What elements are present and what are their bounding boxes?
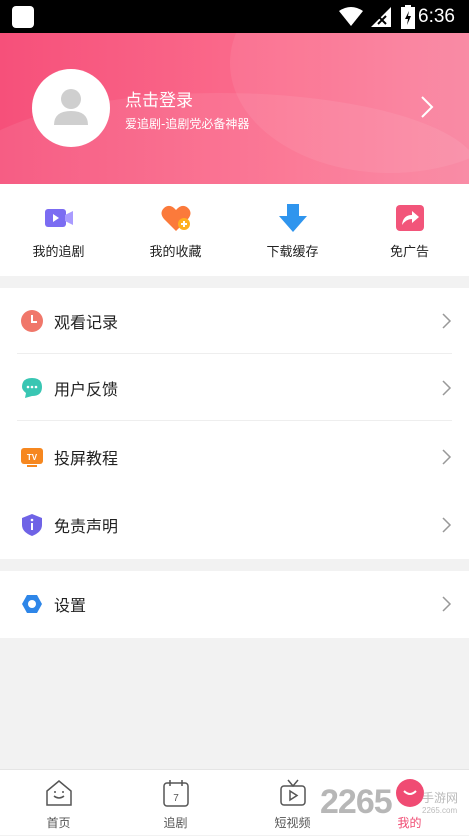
- chevron-right-icon: [442, 380, 452, 396]
- wifi-icon: [339, 7, 363, 26]
- tab-home[interactable]: 首页: [0, 770, 117, 836]
- video-icon: [45, 209, 73, 227]
- login-title[interactable]: 点击登录: [125, 86, 193, 111]
- quick-no-ads[interactable]: 免广告: [351, 184, 468, 276]
- menu-item-history[interactable]: 观看记录: [0, 288, 469, 354]
- menu-item-disclaimer[interactable]: 免责声明: [0, 492, 469, 558]
- login-subtitle: 爱追剧-追剧党必备神器: [125, 117, 250, 131]
- quick-label: 我的追剧: [32, 245, 85, 260]
- watermark-brand: 2265: [320, 783, 393, 821]
- menu-label: 免责声明: [54, 517, 119, 536]
- menu-label: 用户反馈: [54, 380, 119, 399]
- quick-my-shows[interactable]: 我的追剧: [0, 184, 117, 276]
- tv-icon: TV: [21, 448, 43, 467]
- tv-play-icon: [280, 779, 306, 806]
- watermark-url: 2265.com: [422, 806, 458, 815]
- status-time: 6:36: [418, 6, 455, 27]
- clock-icon: [21, 310, 43, 332]
- chevron-right-icon: [442, 449, 452, 465]
- home-icon: [46, 780, 72, 806]
- shield-info-icon: [22, 514, 42, 536]
- menu-item-feedback[interactable]: 用户反馈: [0, 355, 469, 421]
- quick-downloads[interactable]: 下载缓存: [234, 184, 351, 276]
- divider: [17, 353, 452, 354]
- watermark-text: 手游网: [422, 791, 459, 805]
- bottom-tab-bar: 首页 7 追剧 短视频 我的: [0, 769, 469, 835]
- battery-icon: [401, 5, 415, 29]
- signal-icon: [371, 7, 391, 27]
- heart-add-icon: [161, 205, 191, 231]
- menu-label: 投屏教程: [54, 449, 119, 468]
- settings-section: 设置: [0, 571, 469, 638]
- svg-text:7: 7: [173, 793, 179, 804]
- calendar-icon: 7: [163, 780, 189, 807]
- profile-header[interactable]: 点击登录 爱追剧-追剧党必备神器: [0, 33, 469, 184]
- svg-text:TV: TV: [27, 453, 38, 462]
- chevron-right-icon: [442, 313, 452, 329]
- hexagon-settings-icon: [22, 595, 42, 613]
- download-icon: [279, 204, 307, 232]
- menu-item-settings[interactable]: 设置: [0, 571, 469, 637]
- chevron-right-icon: [442, 517, 452, 533]
- tab-label: 追剧: [163, 816, 188, 830]
- menu-list: 观看记录 用户反馈 TV 投屏教程 免责声明: [0, 288, 469, 559]
- quick-actions: 我的追剧 我的收藏 下载缓存 免广告: [0, 184, 469, 276]
- menu-label: 设置: [54, 596, 87, 615]
- menu-label: 观看记录: [54, 313, 119, 332]
- notification-icon: [12, 6, 34, 28]
- quick-label: 下载缓存: [266, 245, 319, 260]
- divider: [17, 420, 452, 421]
- tab-follow[interactable]: 7 追剧: [117, 770, 234, 836]
- avatar[interactable]: [32, 69, 110, 147]
- share-icon: [396, 205, 424, 231]
- quick-label: 免广告: [389, 245, 429, 260]
- chat-icon: [22, 378, 42, 398]
- chevron-right-icon[interactable]: [420, 95, 434, 119]
- chevron-right-icon: [442, 596, 452, 612]
- profile-icon: [396, 779, 424, 807]
- status-bar: 6:36: [0, 0, 469, 33]
- tab-label: 首页: [46, 816, 71, 830]
- menu-item-cast-tutorial[interactable]: TV 投屏教程: [0, 424, 469, 490]
- quick-label: 我的收藏: [149, 245, 202, 260]
- user-avatar-icon: [54, 89, 88, 125]
- quick-favorites[interactable]: 我的收藏: [117, 184, 234, 276]
